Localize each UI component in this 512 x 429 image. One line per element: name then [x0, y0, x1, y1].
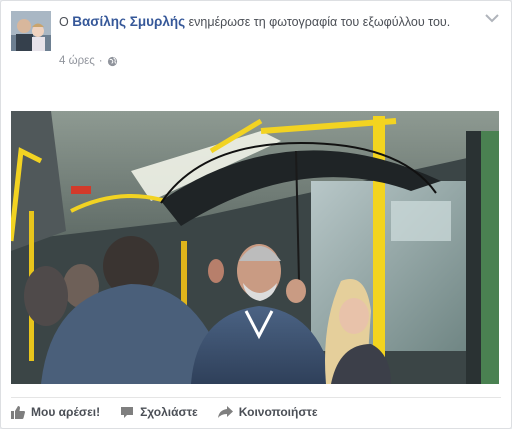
like-button[interactable]: Μου αρέσει!	[11, 405, 100, 419]
post-timestamp[interactable]: 4 ώρες	[59, 55, 95, 67]
post-timestamp-row: 4 ώρες ·	[59, 55, 118, 67]
thumbs-up-icon	[11, 405, 25, 419]
news-feed-post: Ο Βασίλης Σμυρλής ενημέρωσε τη φωτογραφί…	[0, 0, 512, 429]
actions-divider	[11, 397, 501, 398]
share-icon	[217, 405, 233, 418]
separator-dot: ·	[98, 55, 103, 67]
post-actions-bar: Μου αρέσει! Σχολιάστε Κοινοποιήστε	[11, 399, 501, 425]
cover-photo[interactable]	[11, 111, 499, 384]
share-label: Κοινοποιήστε	[238, 405, 318, 419]
like-label: Μου αρέσει!	[31, 405, 101, 419]
headline-action: ενημέρωσε τη φωτογραφία του εξωφύλλου το…	[188, 15, 451, 29]
comment-label: Σχολιάστε	[140, 405, 198, 419]
post-headline: Ο Βασίλης Σμυρλής ενημέρωσε τη φωτογραφί…	[59, 13, 471, 31]
author-avatar[interactable]	[11, 11, 51, 51]
author-name-link[interactable]: Βασίλης Σμυρλής	[72, 14, 185, 29]
chevron-down-icon[interactable]	[485, 13, 499, 23]
post-header: Ο Βασίλης Σμυρλής ενημέρωσε τη φωτογραφί…	[11, 11, 501, 73]
comment-button[interactable]: Σχολιάστε	[120, 405, 198, 419]
comment-icon	[121, 406, 134, 418]
share-button[interactable]: Κοινοποιήστε	[217, 405, 318, 419]
globe-icon[interactable]	[107, 56, 118, 67]
headline-lead: Ο	[59, 15, 69, 29]
